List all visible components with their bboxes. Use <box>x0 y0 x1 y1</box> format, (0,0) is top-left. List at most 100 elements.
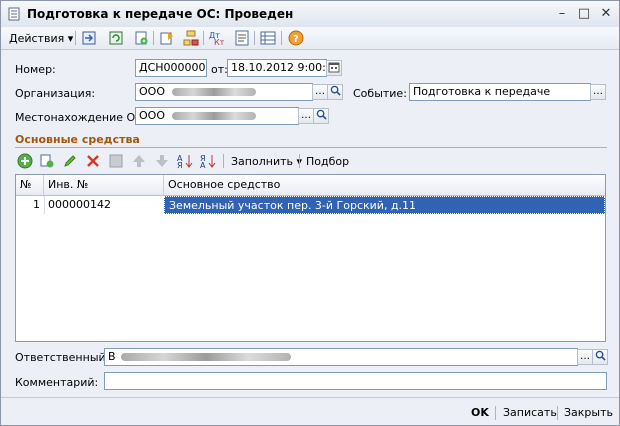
date-label: от: <box>211 63 228 76</box>
calendar-icon <box>328 62 340 73</box>
location-open-button[interactable] <box>313 108 329 124</box>
report-icon <box>235 30 249 46</box>
section-divider <box>15 147 607 148</box>
move-up-icon[interactable] <box>131 153 147 169</box>
assets-section-title: Основные средства <box>15 133 140 146</box>
window-title: Подготовка к передаче ОС: Проведен <box>27 7 294 21</box>
help-button[interactable]: ? <box>288 29 304 47</box>
toolbar: Действия ▾ Дт Кт ? <box>1 27 619 50</box>
close-icon[interactable]: ✕ <box>598 6 614 22</box>
event-label: Событие: <box>353 87 407 100</box>
calendar-button[interactable] <box>326 60 342 76</box>
assets-table[interactable]: № Инв. № Основное средство 1 000000142 З… <box>15 174 606 342</box>
toolbar-separator <box>75 31 76 45</box>
sort-ascending-icon[interactable]: АЯ <box>177 153 193 169</box>
title-bar: Подготовка к передаче ОС: Проведен – □ ✕ <box>1 1 619 28</box>
organization-open-button[interactable] <box>327 84 343 100</box>
button-separator <box>557 406 558 420</box>
number-label: Номер: <box>15 63 56 76</box>
actions-menu-button[interactable]: Действия ▾ <box>9 29 73 47</box>
toolbar-separator <box>223 154 224 168</box>
svg-text:Кт: Кт <box>214 38 225 46</box>
button-separator <box>495 406 496 420</box>
toolbar-separator <box>203 31 204 45</box>
post-and-close-button[interactable] <box>81 29 97 47</box>
toolbar-separator <box>281 31 282 45</box>
organization-label: Организация: <box>15 87 96 100</box>
column-header-number[interactable]: № <box>16 175 44 195</box>
organization-field[interactable]: ООО <box>135 83 313 101</box>
responsible-value: В <box>108 350 116 363</box>
event-select-button[interactable]: … <box>590 84 606 100</box>
save-button[interactable]: Записать <box>503 406 557 419</box>
responsible-field[interactable]: В <box>104 348 578 366</box>
date-field[interactable]: 18.10.2012 9:00:00 <box>227 59 327 77</box>
move-down-icon[interactable] <box>154 153 170 169</box>
cell-number: 1 <box>33 198 40 211</box>
table-header: № Инв. № Основное средство <box>16 175 605 196</box>
delete-row-icon[interactable] <box>85 153 101 169</box>
help-icon: ? <box>288 30 304 46</box>
based-on-button[interactable] <box>159 29 175 47</box>
redacted-text <box>172 112 257 120</box>
toolbar-separator <box>153 31 154 45</box>
print-form-button[interactable] <box>234 29 250 47</box>
post-close-icon <box>82 31 96 45</box>
list-button[interactable] <box>260 29 276 47</box>
comment-label: Комментарий: <box>15 376 99 389</box>
magnifier-icon <box>316 109 327 120</box>
number-field[interactable]: ДСН0000000 <box>135 59 207 77</box>
svg-text:А: А <box>200 161 206 169</box>
minimize-icon[interactable]: – <box>554 6 570 22</box>
organization-select-button[interactable]: … <box>312 84 328 100</box>
location-select-button[interactable]: … <box>298 108 314 124</box>
svg-text:Я: Я <box>177 161 183 169</box>
fill-menu-button[interactable]: Заполнить ▾ <box>231 155 302 168</box>
dt-kt-button[interactable]: Дт Кт <box>209 29 225 47</box>
add-row-icon[interactable] <box>17 153 33 169</box>
column-header-inv-number[interactable]: Инв. № <box>44 175 164 195</box>
toolbar-separator <box>299 154 300 168</box>
comment-field[interactable] <box>104 372 607 390</box>
edit-row-icon[interactable] <box>62 153 78 169</box>
cell-asset: Земельный участок пер. 3-й Горский, д.11 <box>164 196 605 214</box>
copy-row-icon[interactable] <box>39 153 55 169</box>
cell-inv-number: 000000142 <box>48 198 111 211</box>
table-row[interactable]: 1 000000142 Земельный участок пер. 3-й Г… <box>16 196 605 214</box>
structure-icon <box>183 30 199 46</box>
redacted-text <box>121 353 292 361</box>
actions-menu-label: Действия ▾ <box>9 31 74 45</box>
sort-descending-icon[interactable]: ЯА <box>200 153 216 169</box>
magnifier-icon <box>330 85 341 96</box>
svg-text:?: ? <box>293 34 299 45</box>
post-button[interactable] <box>108 29 124 47</box>
column-divider <box>44 196 45 214</box>
location-value: ООО <box>139 109 165 122</box>
close-button[interactable]: Закрыть <box>564 406 613 419</box>
location-label: Местонахождение ОС: <box>15 111 147 124</box>
end-edit-icon[interactable] <box>108 153 124 169</box>
list-icon <box>260 31 276 45</box>
bottom-bar: OK Записать Закрыть <box>1 397 619 426</box>
copy-doc-icon <box>135 31 148 45</box>
responsible-select-button[interactable]: … <box>577 349 593 365</box>
toolbar-separator <box>254 31 255 45</box>
location-field[interactable]: ООО <box>135 107 299 125</box>
debit-credit-icon: ДтКт <box>209 31 225 46</box>
document-window: Подготовка к передаче ОС: Проведен – □ ✕… <box>0 0 620 426</box>
maximize-icon[interactable]: □ <box>576 6 592 22</box>
column-header-asset[interactable]: Основное средство <box>164 175 605 195</box>
responsible-open-button[interactable] <box>592 349 608 365</box>
document-arrow-icon <box>160 32 173 45</box>
redacted-text <box>172 88 257 96</box>
post-icon <box>109 31 123 45</box>
responsible-label: Ответственный: <box>15 351 110 364</box>
select-button[interactable]: Подбор <box>306 155 349 168</box>
ok-button[interactable]: OK <box>471 406 489 419</box>
event-field[interactable]: Подготовка к передаче <box>409 83 591 101</box>
copy-button[interactable] <box>133 29 149 47</box>
structure-button[interactable] <box>183 29 199 47</box>
organization-value: ООО <box>139 85 165 98</box>
magnifier-icon <box>595 350 606 361</box>
table-toolbar: АЯ ЯА Заполнить ▾ Подбор <box>15 152 607 170</box>
